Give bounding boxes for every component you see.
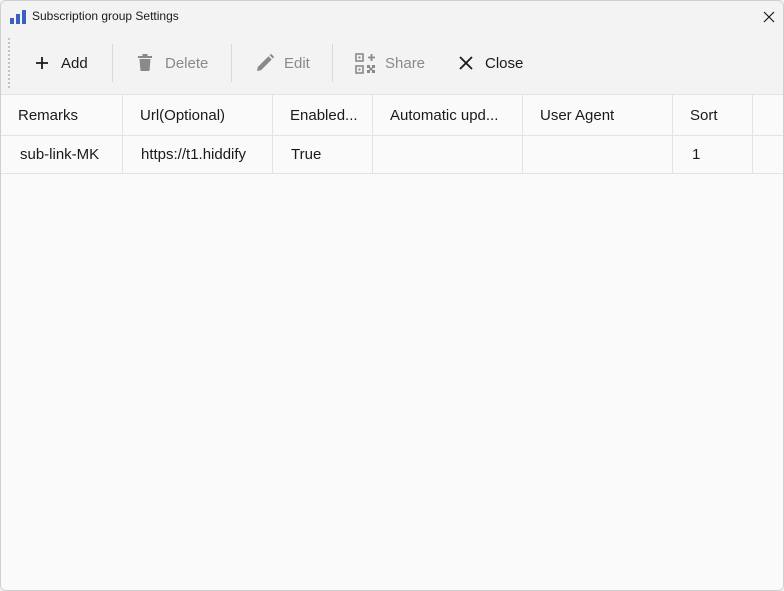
cell-remarks[interactable]: sub-link-MK bbox=[1, 136, 123, 173]
column-header-user-agent[interactable]: User Agent bbox=[523, 95, 673, 135]
window-close-button[interactable] bbox=[753, 1, 783, 32]
share-button[interactable]: Share bbox=[355, 40, 425, 86]
add-button[interactable]: Add bbox=[34, 40, 88, 86]
column-header-remarks[interactable]: Remarks bbox=[1, 95, 123, 135]
delete-button[interactable]: Delete bbox=[137, 40, 208, 86]
delete-button-label: Delete bbox=[165, 54, 209, 72]
toolbar-grip[interactable] bbox=[8, 38, 10, 88]
subscription-settings-window: Subscription group Settings Add Delete E… bbox=[0, 0, 784, 591]
cell-url[interactable]: https://t1.hiddify bbox=[123, 136, 273, 173]
add-button-label: Add bbox=[61, 54, 88, 72]
edit-button[interactable]: Edit bbox=[256, 40, 310, 86]
table-header-row: Remarks Url(Optional) Enabled... Automat… bbox=[1, 95, 783, 136]
column-header-automatic-update[interactable]: Automatic upd... bbox=[373, 95, 523, 135]
trash-icon bbox=[138, 54, 152, 71]
toolbar: Add Delete Edit Share Close bbox=[1, 32, 783, 94]
column-header-enabled[interactable]: Enabled... bbox=[273, 95, 373, 135]
share-button-label: Share bbox=[385, 54, 426, 72]
close-icon bbox=[763, 11, 775, 22]
close-icon bbox=[459, 56, 473, 70]
qr-code-icon bbox=[355, 52, 375, 74]
subscription-table[interactable]: Remarks Url(Optional) Enabled... Automat… bbox=[1, 94, 783, 590]
pencil-icon bbox=[257, 54, 274, 71]
cell-sort[interactable]: 1 bbox=[673, 136, 753, 173]
app-logo-icon bbox=[10, 10, 26, 24]
cell-automatic-update[interactable] bbox=[373, 136, 523, 173]
toolbar-separator bbox=[332, 44, 333, 82]
cell-user-agent[interactable] bbox=[523, 136, 673, 173]
cell-enabled[interactable]: True bbox=[273, 136, 373, 173]
column-header-sort[interactable]: Sort bbox=[673, 95, 753, 135]
close-button-label: Close bbox=[485, 54, 524, 72]
close-button[interactable]: Close bbox=[459, 40, 523, 86]
title-bar: Subscription group Settings bbox=[1, 1, 783, 32]
column-header-filler bbox=[753, 95, 783, 135]
toolbar-separator bbox=[112, 44, 113, 82]
table-row[interactable]: sub-link-MK https://t1.hiddify True 1 bbox=[1, 136, 783, 174]
plus-icon bbox=[36, 57, 48, 69]
window-title: Subscription group Settings bbox=[32, 9, 179, 23]
column-header-url[interactable]: Url(Optional) bbox=[123, 95, 273, 135]
edit-button-label: Edit bbox=[284, 54, 310, 72]
cell-filler bbox=[753, 136, 783, 173]
toolbar-separator bbox=[231, 44, 232, 82]
